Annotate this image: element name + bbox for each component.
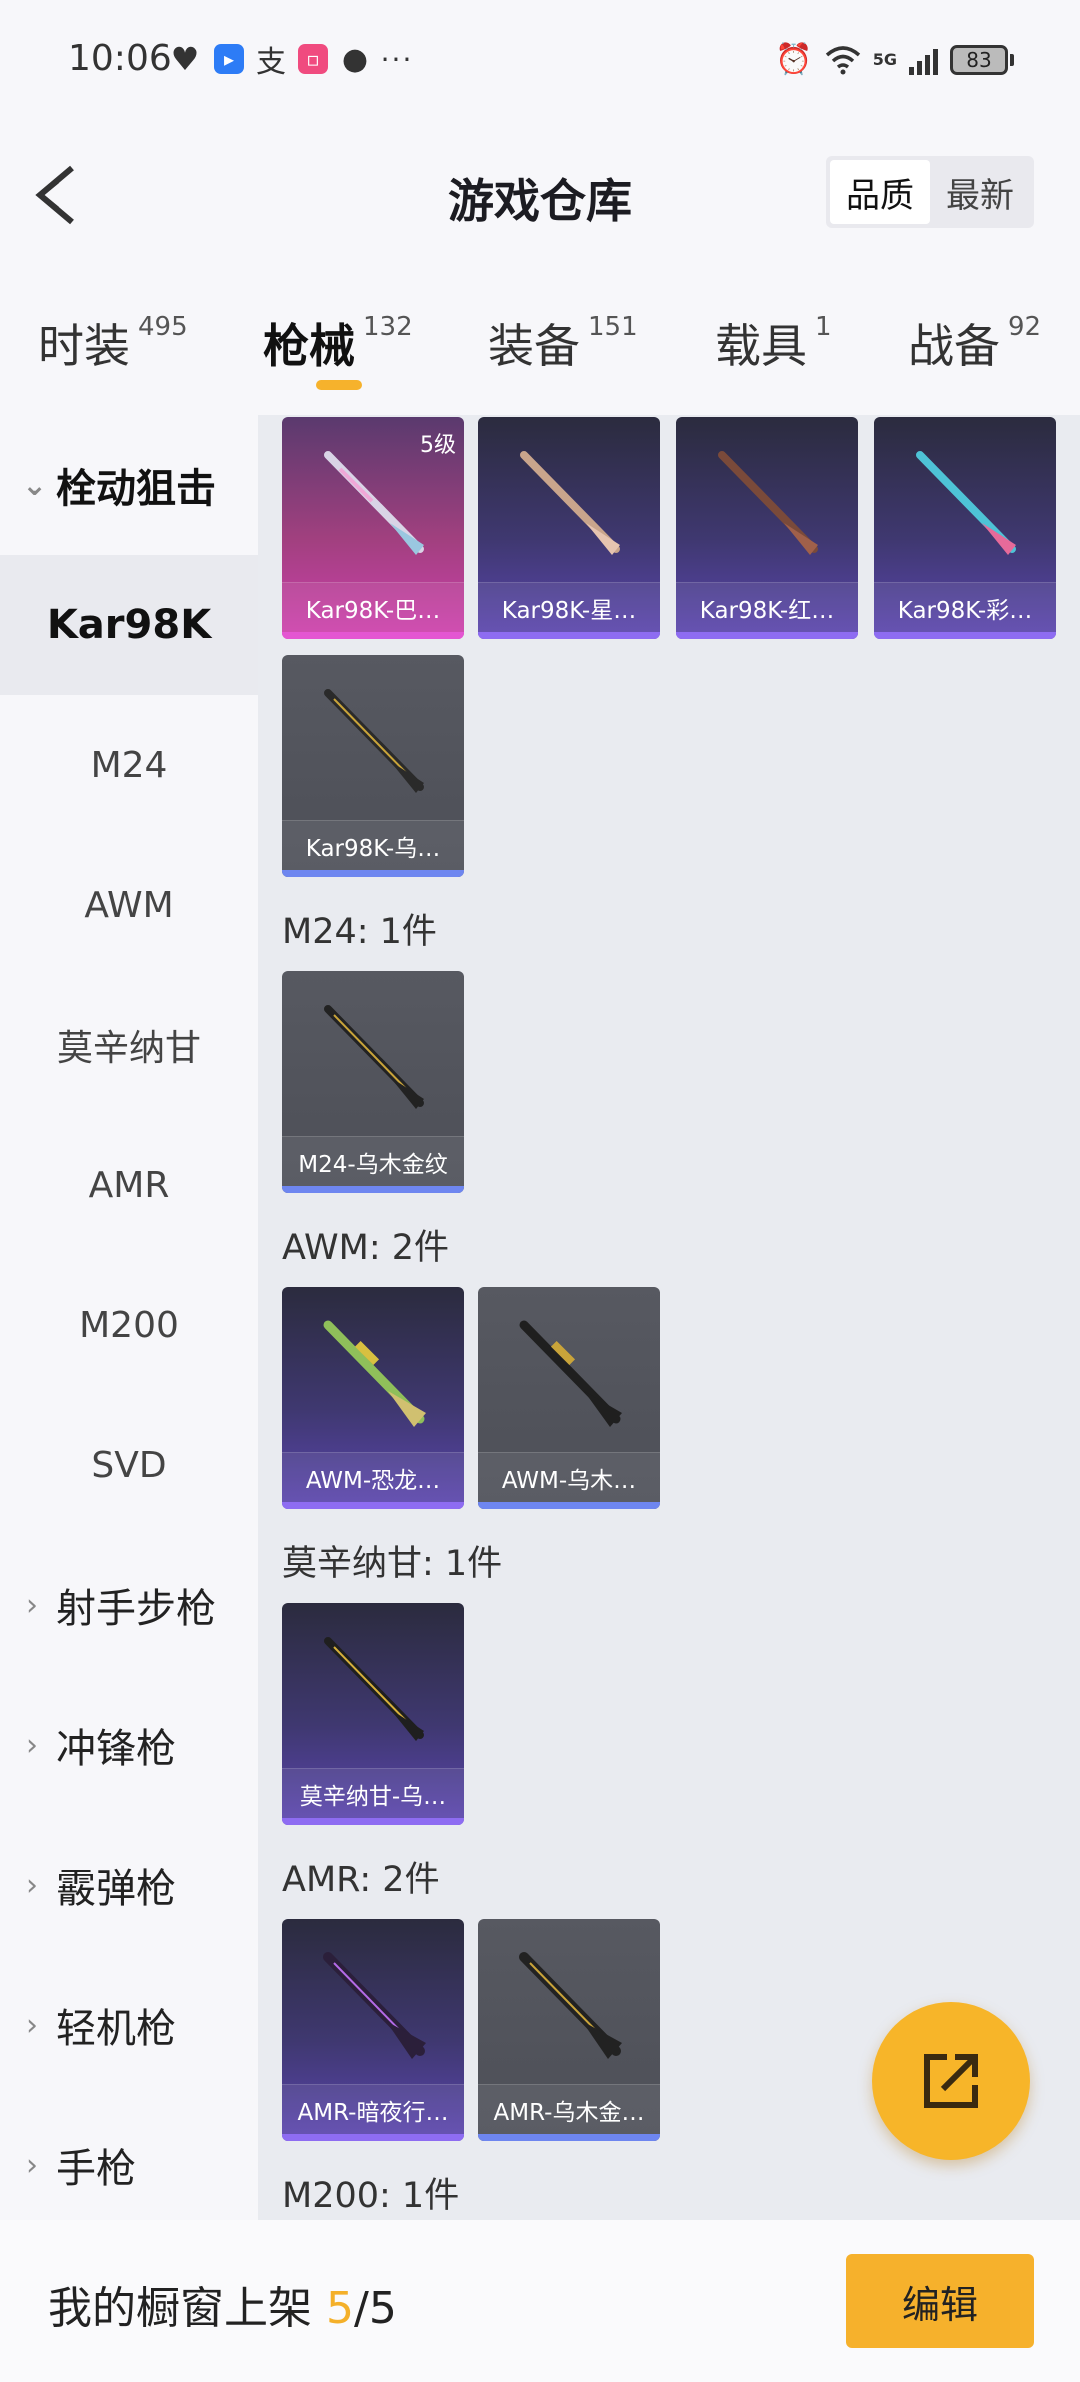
tab-equipment[interactable]: 装备 151	[488, 310, 638, 376]
heart-icon: ♥	[170, 40, 200, 78]
network-type: 5G	[872, 49, 897, 69]
sidebar-item-kar98k[interactable]: Kar98K	[0, 555, 258, 695]
sidebar-item-bolt-action[interactable]: ⌄ 栓动狙击	[0, 415, 258, 555]
sidebar-item-awm[interactable]: AWM	[0, 835, 258, 975]
item-card[interactable]: AMR-乌木金…	[478, 1919, 660, 2141]
sniper-rifle-icon	[519, 1952, 622, 2059]
item-name: AMR-暗夜行…	[282, 2084, 464, 2134]
notification-icons: ♥ ▸ 支 ▫ ● ···	[168, 40, 414, 80]
sidebar-item-amr[interactable]: AMR	[0, 1115, 258, 1255]
system-icons: ⏰ 5G 83	[775, 42, 1014, 77]
edit-button[interactable]: 编辑	[846, 2254, 1034, 2348]
item-name: Kar98K-星…	[478, 582, 660, 632]
battery-level: 83	[950, 44, 1008, 75]
active-tab-indicator	[316, 380, 362, 390]
sidebar-item-smg[interactable]: › 冲锋枪	[0, 1675, 258, 1815]
item-level-badge: 5级	[420, 433, 456, 458]
chevron-right-icon: ›	[26, 1727, 38, 1763]
sort-latest-button[interactable]: 最新	[930, 160, 1030, 224]
section-title-m24: M24: 1件	[282, 912, 437, 952]
alarm-icon: ⏰	[775, 42, 813, 77]
app-icon: ▸	[214, 44, 244, 74]
showcase-total-count: 5	[368, 2283, 397, 2334]
sort-toggle: 品质 最新	[826, 156, 1034, 228]
item-grid: 5级 Kar98K-巴… Kar98K-星… Kar98K-红… Kar98K-…	[258, 415, 1080, 2220]
item-name: AWM-乌木…	[478, 1452, 660, 1502]
sniper-rifle-icon	[323, 1952, 426, 2059]
item-card[interactable]: 莫辛纳甘-乌…	[282, 1603, 464, 1825]
category-tabs: 时装 495 枪械 132 装备 151 载具 1 战备 92	[0, 280, 1080, 415]
sidebar-item-m24[interactable]: M24	[0, 695, 258, 835]
tab-guns[interactable]: 枪械 132	[263, 310, 413, 376]
sidebar-item-m200[interactable]: M200	[0, 1255, 258, 1395]
item-card[interactable]: Kar98K-星…	[478, 417, 660, 639]
rifle-icon	[520, 451, 620, 555]
sidebar-item-mosin[interactable]: 莫辛纳甘	[0, 975, 258, 1115]
item-card[interactable]: Kar98K-乌…	[282, 655, 464, 877]
tab-fashion[interactable]: 时装 495	[38, 310, 188, 376]
wifi-icon	[825, 45, 860, 74]
status-bar: 10:06 ♥ ▸ 支 ▫ ● ··· ⏰ 5G 83	[0, 0, 1080, 110]
rifle-icon	[324, 1637, 424, 1741]
item-card[interactable]: Kar98K-彩…	[874, 417, 1056, 639]
showcase-status: 我的橱窗上架 5/5	[48, 2283, 397, 2334]
bilibili-icon: ▫	[298, 44, 328, 74]
showcase-bar: 我的橱窗上架 5/5 编辑	[0, 2220, 1080, 2382]
rifle-icon	[324, 689, 424, 793]
sort-quality-button[interactable]: 品质	[830, 160, 930, 224]
chevron-right-icon: ›	[26, 2147, 38, 2183]
item-name: Kar98K-乌…	[282, 820, 464, 870]
item-name: Kar98K-红…	[676, 582, 858, 632]
rifle-icon	[718, 451, 818, 555]
tab-battle-prep[interactable]: 战备 92	[908, 310, 1041, 376]
alipay-icon: 支	[256, 45, 286, 80]
section-title-mosin: 莫辛纳甘: 1件	[282, 1544, 503, 1584]
chevron-down-icon: ⌄	[22, 467, 48, 503]
chevron-right-icon: ›	[26, 2007, 38, 2043]
sidebar-item-shotgun[interactable]: › 霰弹枪	[0, 1815, 258, 1955]
app-header: 游戏仓库 品质 最新	[0, 110, 1080, 280]
item-name: 莫辛纳甘-乌…	[282, 1768, 464, 1818]
share-button[interactable]	[872, 2002, 1030, 2160]
item-card[interactable]: AWM-乌木…	[478, 1287, 660, 1509]
item-name: AWM-恐龙…	[282, 1452, 464, 1502]
section-title-awm: AWM: 2件	[282, 1228, 450, 1268]
sidebar-item-lmg[interactable]: › 轻机枪	[0, 1955, 258, 2095]
item-card[interactable]: Kar98K-红…	[676, 417, 858, 639]
item-name: M24-乌木金纹	[282, 1136, 464, 1186]
weapon-category-sidebar: ⌄ 栓动狙击 Kar98K M24 AWM 莫辛纳甘 AMR M200 SVD …	[0, 415, 258, 2220]
item-card[interactable]: 5级 Kar98K-巴…	[282, 417, 464, 639]
tab-vehicles[interactable]: 载具 1	[715, 310, 832, 376]
chevron-right-icon: ›	[26, 1587, 38, 1623]
sidebar-item-svd[interactable]: SVD	[0, 1395, 258, 1535]
rifle-icon	[324, 451, 424, 555]
item-card[interactable]: AWM-恐龙…	[282, 1287, 464, 1509]
showcase-used-count: 5	[326, 2283, 354, 2334]
sidebar-item-marksman[interactable]: › 射手步枪	[0, 1535, 258, 1675]
rifle-icon	[916, 451, 1016, 555]
section-title-m200: M200: 1件	[282, 2176, 460, 2216]
item-name: AMR-乌木金…	[478, 2084, 660, 2134]
item-card[interactable]: M24-乌木金纹	[282, 971, 464, 1193]
sidebar-item-pistol[interactable]: › 手枪	[0, 2095, 258, 2235]
item-name: Kar98K-彩…	[874, 582, 1056, 632]
share-icon	[924, 2054, 978, 2108]
status-time: 10:06	[68, 38, 172, 79]
item-card[interactable]: AMR-暗夜行…	[282, 1919, 464, 2141]
chevron-right-icon: ›	[26, 1867, 38, 1903]
signal-icon	[909, 45, 938, 75]
battery-icon: 83	[950, 44, 1014, 75]
more-dots-icon: ···	[380, 42, 414, 76]
sniper-rifle-icon	[519, 1320, 622, 1427]
chat-icon: ●	[341, 41, 369, 77]
rifle-icon	[324, 1005, 424, 1109]
section-title-amr: AMR: 2件	[282, 1860, 440, 1900]
sniper-rifle-icon	[323, 1320, 426, 1427]
item-name: Kar98K-巴…	[282, 582, 464, 632]
